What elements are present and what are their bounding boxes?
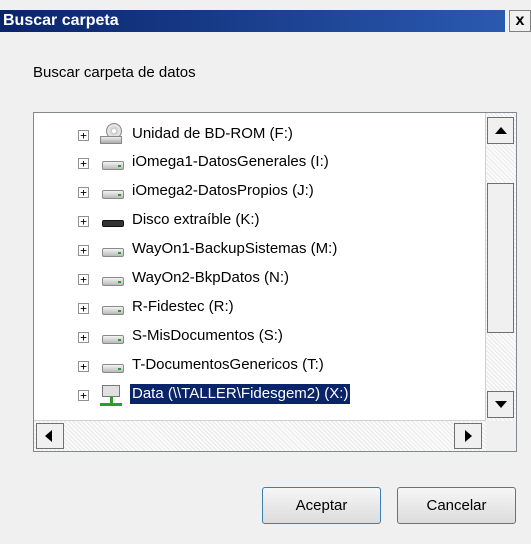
tree-item-label: T-DocumentosGenericos (T:) xyxy=(132,356,324,373)
hard-drive-icon xyxy=(102,335,124,344)
vertical-scroll-thumb[interactable] xyxy=(487,183,514,333)
tree-item-label: iOmega1-DatosGenerales (I:) xyxy=(132,153,329,170)
folder-tree[interactable]: + Unidad de BD-ROM (F:) + iOmega1-DatosG… xyxy=(33,112,517,452)
tree-item-label: iOmega2-DatosPropios (J:) xyxy=(132,182,314,199)
scroll-left-button[interactable] xyxy=(36,423,64,449)
arrow-right-icon xyxy=(465,430,472,442)
expand-icon[interactable]: + xyxy=(78,216,89,227)
hard-drive-icon xyxy=(102,248,124,257)
cancel-button[interactable]: Cancelar xyxy=(397,487,516,524)
hard-drive-icon xyxy=(102,277,124,286)
tree-item-label: Data (\\TALLER\Fidesgem2) (X:) xyxy=(128,383,352,405)
expand-icon[interactable]: + xyxy=(78,245,89,256)
scroll-right-button[interactable] xyxy=(454,423,482,449)
expand-icon[interactable]: + xyxy=(78,274,89,285)
scroll-down-button[interactable] xyxy=(487,391,514,418)
hard-drive-icon xyxy=(102,306,124,315)
tree-item-label: R-Fidestec (R:) xyxy=(132,298,234,315)
scroll-up-button[interactable] xyxy=(487,117,514,144)
vertical-scrollbar[interactable] xyxy=(485,113,516,423)
expand-icon[interactable]: + xyxy=(78,158,89,169)
tree-item-label: WayOn2-BkpDatos (N:) xyxy=(132,269,289,286)
arrow-up-icon xyxy=(495,127,507,134)
scrollbar-corner xyxy=(486,421,516,451)
hard-drive-icon xyxy=(102,190,124,199)
expand-icon[interactable]: + xyxy=(78,332,89,343)
title-bar: Buscar carpeta x xyxy=(0,0,531,38)
arrow-down-icon xyxy=(495,401,507,408)
expand-icon[interactable]: + xyxy=(78,303,89,314)
dialog-prompt: Buscar carpeta de datos xyxy=(33,64,196,81)
accept-button[interactable]: Aceptar xyxy=(262,487,381,524)
cdrom-drive-icon xyxy=(100,123,122,145)
tree-item-label: Disco extraíble (K:) xyxy=(132,211,260,228)
expand-icon[interactable]: + xyxy=(78,130,89,141)
hard-drive-icon xyxy=(102,161,124,170)
tree-item-label: S-MisDocumentos (S:) xyxy=(132,327,283,344)
close-button[interactable]: x xyxy=(509,10,531,32)
tree-item-label: WayOn1-BackupSistemas (M:) xyxy=(132,240,338,257)
removable-drive-icon xyxy=(102,220,124,227)
expand-icon[interactable]: + xyxy=(78,187,89,198)
horizontal-scrollbar[interactable] xyxy=(34,420,486,451)
hard-drive-icon xyxy=(102,364,124,373)
network-drive-icon xyxy=(100,385,122,407)
tree-item-label: Unidad de BD-ROM (F:) xyxy=(132,125,293,142)
arrow-left-icon xyxy=(45,430,52,442)
expand-icon[interactable]: + xyxy=(78,361,89,372)
window-title: Buscar carpeta xyxy=(0,10,505,32)
expand-icon[interactable]: + xyxy=(78,390,89,401)
